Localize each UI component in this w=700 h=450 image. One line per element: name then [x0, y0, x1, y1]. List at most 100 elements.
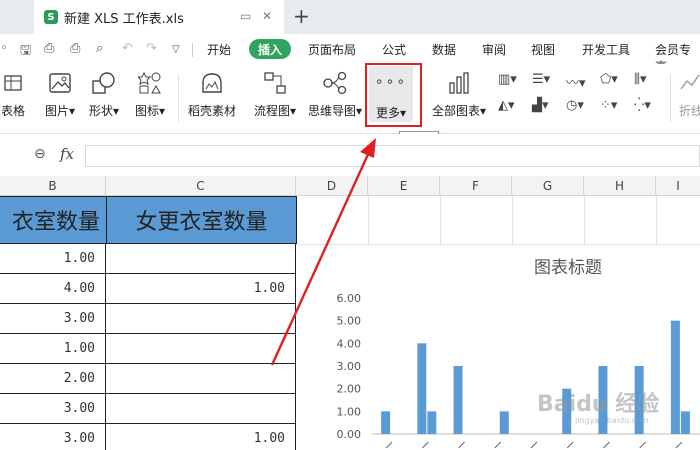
line-chart-icon[interactable]: 〰▾ [566, 72, 586, 91]
menu-developer[interactable]: 开发工具 [582, 41, 630, 58]
gridline [512, 196, 513, 244]
gridline [584, 196, 585, 244]
sparkline-icon [680, 74, 700, 90]
table-row: 2.00 [0, 364, 296, 394]
shape-icon [92, 72, 115, 94]
table-row: 3.00 [0, 394, 296, 424]
undo-icon[interactable]: ↶ [122, 41, 133, 56]
sparkline-button[interactable]: 折线 [676, 70, 700, 119]
cell-col-b[interactable]: 3.00 [0, 424, 106, 450]
picture-icon [49, 73, 71, 93]
mindmap-icon [323, 71, 347, 95]
cell-col-c[interactable]: 1.00 [106, 274, 296, 304]
material-icon [202, 73, 222, 93]
close-tab-icon[interactable]: ✕ [262, 9, 272, 23]
gridline [296, 244, 700, 245]
menu-view[interactable]: 视图 [531, 41, 555, 58]
watermark-url: jingyan.baidu.com [575, 416, 649, 425]
cell-col-c[interactable] [106, 244, 296, 274]
icons-label: 图标▾ [134, 104, 166, 118]
tab-bar: S 新建 XLS 工作表.xls ▭ ✕ + [0, 0, 700, 34]
cell-col-c[interactable] [106, 394, 296, 424]
table-row: 1.00 [0, 244, 296, 274]
pie-chart-icon[interactable]: ◷▾ [566, 98, 584, 113]
spreadsheet-icon: S [44, 10, 58, 24]
sparkline-label: 折线 [678, 104, 700, 118]
table-row: 3.00 1.00 [0, 424, 296, 450]
icons-button[interactable]: 图标▾ [128, 70, 172, 119]
cell-col-b[interactable]: 4.00 [0, 274, 106, 304]
radar-chart-icon[interactable]: ⬠▾ [600, 72, 618, 87]
menu-page-layout[interactable]: 页面布局 [308, 41, 356, 58]
area-chart-icon[interactable]: ◭▾ [498, 98, 515, 113]
flowchart-icon [264, 72, 286, 94]
shape-label: 形状▾ [88, 104, 120, 118]
all-charts-icon [449, 72, 469, 94]
picture-button[interactable]: 图片▾ [38, 70, 82, 119]
cell-col-b[interactable]: 1.00 [0, 244, 106, 274]
scatter-chart-icon[interactable]: ⁘▾ [600, 98, 617, 113]
gridline [368, 196, 369, 244]
cell-col-c[interactable]: 1.00 [106, 424, 296, 450]
menu-insert[interactable]: 插入 [249, 39, 291, 59]
column-header-f[interactable]: F [440, 176, 512, 196]
combo-chart-icon[interactable]: ▟▾ [532, 98, 549, 113]
cell-col-c[interactable] [106, 364, 296, 394]
search-doc-icon[interactable]: ⌕ [96, 41, 103, 56]
menu-review[interactable]: 审阅 [482, 41, 506, 58]
redo-icon[interactable]: ↷ [146, 41, 157, 56]
picture-label: 图片▾ [44, 104, 76, 118]
cell-col-b[interactable]: 1.00 [0, 334, 106, 364]
column-header-b[interactable]: B [0, 176, 106, 196]
table-row: 1.00 [0, 334, 296, 364]
stock-chart-icon[interactable]: ⫼▾ [634, 72, 647, 87]
formula-bar: ⊖ fx [0, 134, 700, 176]
fx-icon[interactable]: fx [60, 145, 74, 163]
cell-col-b[interactable]: 2.00 [0, 364, 106, 394]
all-charts-button[interactable]: 全部图表▾ [428, 70, 490, 119]
document-title: 新建 XLS 工作表.xls [64, 11, 184, 27]
flowchart-button[interactable]: 流程图▾ [248, 70, 302, 119]
table-header-cell[interactable]: 女更衣室数量 [106, 196, 297, 244]
cell-col-c[interactable] [106, 334, 296, 364]
cell-col-b[interactable]: 3.00 [0, 304, 106, 334]
material-label: 稻壳素材 [187, 104, 236, 118]
menu-divider [192, 43, 193, 57]
shape-button[interactable]: 形状▾ [82, 70, 126, 119]
menu-formulas[interactable]: 公式 [382, 41, 406, 58]
cell-col-c[interactable] [106, 304, 296, 334]
column-header-g[interactable]: G [512, 176, 584, 196]
zoom-search-icon[interactable]: ⊖ [34, 146, 46, 162]
bubble-chart-icon[interactable]: ⁛▾ [634, 98, 651, 113]
gridline [440, 196, 441, 244]
table-row: 3.00 [0, 304, 296, 334]
cell-col-b[interactable]: 3.00 [0, 394, 106, 424]
print-preview-icon[interactable]: ⎙ [44, 41, 54, 56]
add-tab-button[interactable]: + [293, 4, 310, 28]
material-button[interactable]: 稻壳素材 [186, 70, 238, 119]
table-label: 表格 [0, 104, 25, 118]
column-header-i[interactable]: I [656, 176, 700, 196]
column-header-row: B C D E F G H I [0, 176, 700, 196]
print-icon[interactable]: ⎙ [70, 41, 80, 56]
column-chart-icon[interactable]: ▥▾ [498, 72, 517, 87]
menu-data[interactable]: 数据 [432, 41, 456, 58]
table-row: 4.00 1.00 [0, 274, 296, 304]
table-button[interactable]: 表格 [0, 6, 26, 119]
menu-bar: ◦ 🖫 ⎙ ⎙ ⌕ ↶ ↷ ▽ 开始 插入 页面布局 公式 数据 审阅 视图 开… [0, 34, 700, 74]
table-header-cell[interactable]: 衣室数量 [0, 196, 107, 244]
column-header-h[interactable]: H [584, 176, 656, 196]
flowchart-label: 流程图▾ [253, 104, 297, 118]
icons-icon [138, 71, 161, 94]
formula-input[interactable] [85, 145, 700, 167]
column-header-c[interactable]: C [106, 176, 296, 196]
menu-home[interactable]: 开始 [207, 41, 231, 58]
bar-chart-icon[interactable]: ☰▾ [532, 72, 550, 87]
column-header-d[interactable]: D [296, 176, 368, 196]
column-header-e[interactable]: E [368, 176, 440, 196]
watermark-logo: Baidu 经验 [537, 392, 660, 417]
window-restore-icon[interactable]: ▭ [240, 9, 251, 23]
mindmap-label: 思维导图▾ [307, 104, 363, 118]
mindmap-button[interactable]: 思维导图▾ [304, 70, 366, 119]
quick-access-dropdown-icon[interactable]: ▽ [172, 44, 180, 55]
